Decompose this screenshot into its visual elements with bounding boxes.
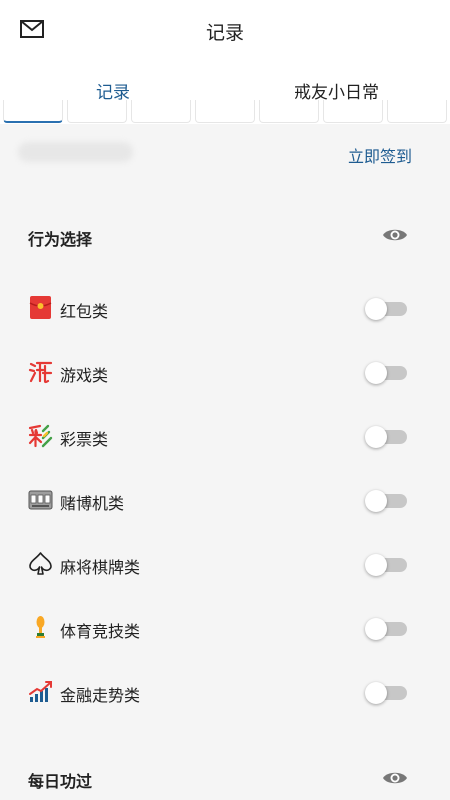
calendar-day[interactable] — [259, 100, 319, 123]
lottery-glyph-icon — [28, 424, 53, 448]
behavior-toggle[interactable] — [365, 680, 407, 704]
calendar-day[interactable] — [3, 100, 63, 123]
behavior-row-game: 游戏类 — [0, 352, 450, 392]
game-glyph-icon — [28, 361, 53, 384]
trophy-icon — [36, 616, 45, 638]
toggle-knob — [365, 362, 387, 384]
calendar-day[interactable] — [67, 100, 127, 123]
slot-machine-icon — [28, 490, 53, 510]
trend-chart-icon — [29, 681, 52, 702]
toggle-knob — [365, 554, 387, 576]
behavior-toggle[interactable] — [365, 616, 407, 640]
toggle-knob — [365, 490, 387, 512]
toggle-knob — [365, 618, 387, 640]
behavior-label: 彩票类 — [60, 430, 109, 449]
behavior-label: 赌博机类 — [60, 494, 125, 513]
eye-icon[interactable] — [382, 768, 408, 788]
behavior-row-finance: 金融走势类 — [0, 672, 450, 712]
behavior-label: 体育竞技类 — [60, 622, 141, 641]
behavior-toggle[interactable] — [365, 424, 407, 448]
calendar-day[interactable] — [387, 100, 447, 123]
calendar-day[interactable] — [195, 100, 255, 123]
checkin-button[interactable]: 立即签到 — [348, 143, 412, 167]
behavior-toggle[interactable] — [365, 552, 407, 576]
behavior-label: 游戏类 — [60, 366, 109, 385]
section-title-behavior: 行为选择 — [28, 230, 93, 249]
calendar-day[interactable] — [131, 100, 191, 123]
calendar-strip — [0, 100, 450, 124]
behavior-row-lottery: 彩票类 — [0, 416, 450, 456]
behavior-row-slot-machine: 赌博机类 — [0, 480, 450, 520]
blurred-status-text — [18, 142, 133, 162]
spade-icon — [29, 552, 52, 575]
toggle-knob — [365, 426, 387, 448]
page-title: 记录 — [205, 22, 244, 44]
calendar-day[interactable] — [323, 100, 383, 123]
behavior-row-mahjong-cards: 麻将棋牌类 — [0, 544, 450, 584]
app-header: 记录 — [0, 0, 450, 60]
toggle-knob — [365, 298, 387, 320]
behavior-row-red-envelope: 红包类 — [0, 288, 450, 328]
behavior-label: 金融走势类 — [60, 686, 141, 705]
behavior-toggle[interactable] — [365, 488, 407, 512]
red-envelope-icon — [29, 296, 52, 319]
section-title-daily: 每日功过 — [28, 772, 93, 791]
behavior-label: 麻将棋牌类 — [60, 558, 141, 577]
behavior-label: 红包类 — [60, 302, 109, 321]
behavior-row-sports: 体育竞技类 — [0, 608, 450, 648]
toggle-knob — [365, 682, 387, 704]
behavior-toggle[interactable] — [365, 360, 407, 384]
behavior-toggle[interactable] — [365, 296, 407, 320]
eye-icon[interactable] — [382, 225, 408, 245]
checkin-row: 立即签到 — [0, 130, 450, 175]
